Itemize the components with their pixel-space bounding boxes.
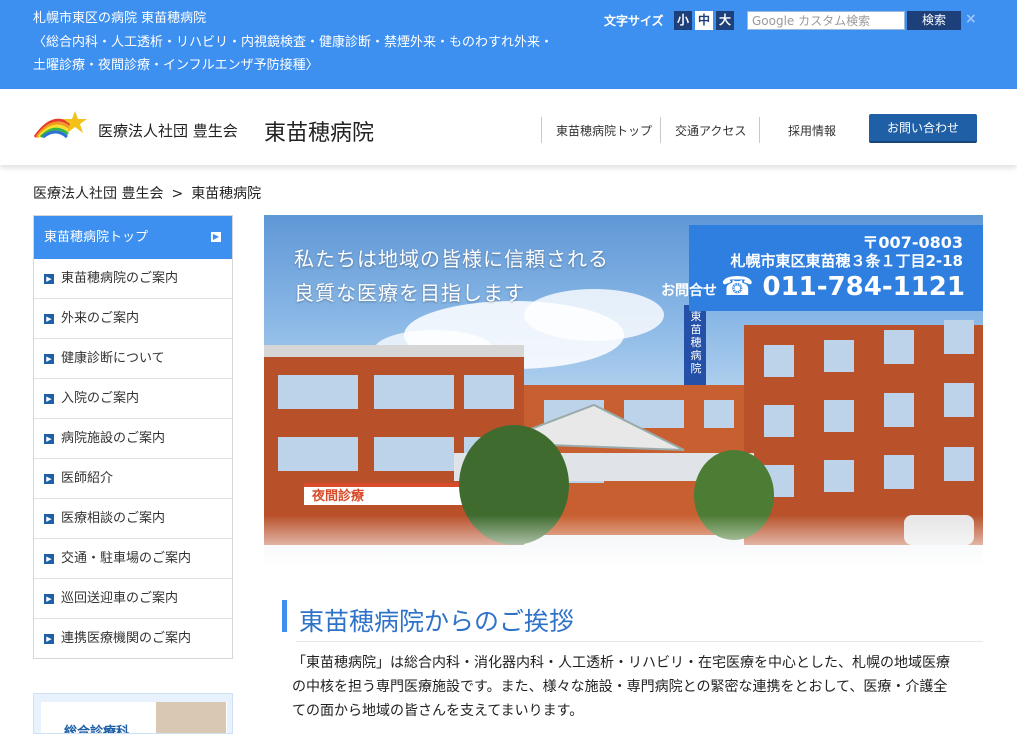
sidebar-item-label: 外来のご案内 (61, 311, 140, 326)
banner-label: 総合診療科 (64, 725, 130, 734)
greeting-title: 東苗穂病院からのご挨拶 (299, 607, 575, 636)
greeting-text: 「東苗穂病院」は総合内科・消化器内科・人工透析・リハビリ・在宅医療を中心とした、… (292, 655, 950, 719)
font-size-medium-button[interactable]: 中 (695, 11, 713, 30)
chevron-right-icon: ▶ (44, 394, 54, 404)
general-medicine-banner[interactable]: 総合診療科 (33, 693, 233, 734)
organization-name: 医療法人社団 豊生会 (98, 122, 238, 140)
nav-divider (541, 117, 542, 143)
site-description-line1: 札幌市東区の病院 東苗穂病院 (33, 11, 207, 26)
heading-accent-bar (282, 600, 287, 632)
chevron-right-icon: ▶ (44, 554, 54, 564)
breadcrumb-separator: > (171, 186, 184, 202)
sidebar-item-top[interactable]: 東苗穂病院トップ ▶ (34, 216, 232, 259)
hero-image: 東苗穂病院 夜間診療 私たちは地域の皆様に信頼される 良質な医療を目指します 〒… (264, 215, 983, 565)
nav-divider (759, 117, 760, 143)
site-header: 医療法人社団 豊生会 東苗穂病院 東苗穂病院トップ 交通アクセス 採用情報 お問… (0, 89, 1017, 165)
contact-button[interactable]: お問い合わせ (869, 114, 977, 143)
sidebar-nav: 東苗穂病院トップ ▶ ▶ 東苗穂病院のご案内 ▶ 外来のご案内 ▶ 健康診断について … (33, 215, 233, 659)
chevron-right-icon: ▶ (211, 232, 221, 242)
sidebar-item-outpatient[interactable]: ▶ 外来のご案内 (34, 299, 232, 339)
sidebar-item-label: 健康診断について (61, 351, 165, 366)
hospital-name[interactable]: 東苗穂病院 (264, 115, 374, 147)
sidebar-item-doctors[interactable]: ▶ 医師紹介 (34, 459, 232, 499)
greeting-heading: 東苗穂病院からのご挨拶 (282, 600, 983, 636)
top-bar: 札幌市東区の病院 東苗穂病院 〈総合内科・人工透析・リハビリ・内視鏡検査・健康診… (0, 0, 1017, 89)
sidebar-item-facilities[interactable]: ▶ 病院施設のご案内 (34, 419, 232, 459)
sidebar-item-consultation[interactable]: ▶ 医療相談のご案内 (34, 499, 232, 539)
close-icon[interactable]: × (965, 11, 977, 27)
address: 札幌市東区東苗穂３条１丁目2-18 (730, 252, 963, 270)
chevron-right-icon: ▶ (44, 594, 54, 604)
sidebar-item-partners[interactable]: ▶ 連携医療機関のご案内 (34, 619, 232, 659)
chevron-right-icon: ▶ (44, 634, 54, 644)
breadcrumb-item-org[interactable]: 医療法人社団 豊生会 (33, 186, 163, 202)
sidebar-item-label: 東苗穂病院のご案内 (61, 271, 179, 286)
sidebar-item-label: 医師紹介 (61, 471, 114, 486)
building-sign: 東苗穂病院 (690, 310, 702, 375)
nav-access[interactable]: 交通アクセス (675, 122, 746, 139)
font-size-large-button[interactable]: 大 (716, 11, 734, 30)
sidebar-item-checkup[interactable]: ▶ 健康診断について (34, 339, 232, 379)
nav-hospital-top[interactable]: 東苗穂病院トップ (556, 122, 652, 139)
chevron-right-icon: ▶ (44, 434, 54, 444)
sidebar-item-label: 東苗穂病院トップ (44, 230, 149, 245)
sidebar-item-label: 入院のご案内 (61, 391, 140, 406)
nav-divider (660, 117, 661, 143)
sidebar-item-label: 連携医療機関のご案内 (61, 631, 192, 646)
phone-number: お問合せ ☎ 011-784-1121 (661, 272, 965, 302)
breadcrumb: 医療法人社団 豊生会 > 東苗穂病院 (33, 183, 261, 203)
sidebar-item-label: 交通・駐車場のご案内 (61, 551, 192, 566)
search-button[interactable]: 検索 (907, 11, 961, 30)
sidebar-item-label: 巡回送迎車のご案内 (61, 591, 179, 606)
chevron-right-icon: ▶ (44, 474, 54, 484)
rainbow-logo-icon[interactable] (33, 109, 89, 139)
doctor-photo (156, 702, 226, 733)
breadcrumb-item-current: 東苗穂病院 (191, 186, 262, 202)
phone-label: お問合せ (661, 283, 718, 299)
sidebar-item-label: 病院施設のご案内 (61, 431, 166, 446)
nav-recruit[interactable]: 採用情報 (788, 122, 836, 139)
chevron-right-icon: ▶ (44, 514, 54, 524)
hero-tagline-1: 私たちは地域の皆様に信頼される (294, 247, 609, 271)
chevron-right-icon: ▶ (44, 274, 54, 284)
chevron-right-icon: ▶ (44, 354, 54, 364)
search-input[interactable] (747, 11, 905, 30)
sidebar-item-parking[interactable]: ▶ 交通・駐車場のご案内 (34, 539, 232, 579)
chevron-right-icon: ▶ (44, 314, 54, 324)
night-clinic-sign: 夜間診療 (312, 489, 365, 504)
hero-contact-panel: 〒007-0803 札幌市東区東苗穂３条１丁目2-18 お問合せ ☎ 011-78… (661, 225, 983, 311)
heading-divider (296, 641, 983, 642)
phone-value: ☎ 011-784-1121 (721, 272, 965, 302)
site-description-line2: 〈総合内科・人工透析・リハビリ・内視鏡検査・健康診断・禁煙外来・ものわすれ外来・ (33, 35, 554, 50)
sidebar-item-admission[interactable]: ▶ 入院のご案内 (34, 379, 232, 419)
sidebar-item-guide[interactable]: ▶ 東苗穂病院のご案内 (34, 259, 232, 299)
site-description-line3: 土曜診療・夜間診療・インフルエンザ予防接種〉 (33, 58, 319, 73)
sidebar-item-shuttle[interactable]: ▶ 巡回送迎車のご案内 (34, 579, 232, 619)
font-size-small-button[interactable]: 小 (674, 11, 692, 30)
font-size-label: 文字サイズ (604, 14, 664, 28)
hero-tagline-2: 良質な医療を目指します (294, 281, 525, 305)
sidebar-item-label: 医療相談のご案内 (61, 511, 166, 526)
